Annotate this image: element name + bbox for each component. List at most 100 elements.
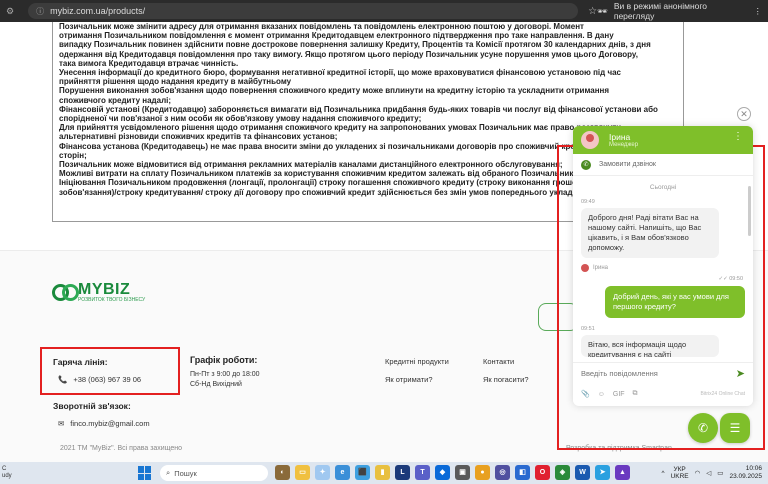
schedule-weekdays: Пн-Пт з 9:00 до 18:00 xyxy=(190,371,260,378)
copilot-icon[interactable]: ✦ xyxy=(315,465,330,480)
incognito-icon: 🕶 xyxy=(597,5,608,16)
date-separator: Сьогодні xyxy=(649,184,677,191)
clock-time: 10:06 xyxy=(745,465,762,472)
hotline-title: Гаряча лінія: xyxy=(53,357,108,367)
contract-text-line: Порушення виконання зобов'язання щодо по… xyxy=(59,86,610,96)
chat-widget: Ірина Менеджер ⋮ ✆ Замовити дзвінок Сьог… xyxy=(573,126,753,406)
app-icon[interactable]: ▮ xyxy=(375,465,390,480)
phone-icon: ✆ xyxy=(581,159,591,170)
chat-brand: Bitrix24 Online Chat xyxy=(700,391,745,397)
contract-text-line: споживчого кредиту надалі; xyxy=(59,95,172,105)
language-indicator[interactable]: УКР UKRE xyxy=(671,466,689,480)
word-icon[interactable]: W xyxy=(575,465,590,480)
site-info-icon[interactable]: ⓘ xyxy=(36,6,44,17)
weather-line-2: udy xyxy=(2,473,12,479)
callback-button[interactable]: ✆ Замовити дзвінок xyxy=(573,154,753,176)
chat-fab-button[interactable]: ☰ xyxy=(720,413,750,443)
windows-start-icon[interactable] xyxy=(138,466,152,480)
logo-mark-icon xyxy=(52,283,79,301)
address-bar[interactable]: ⓘ mybiz.com.ua/products/ xyxy=(28,3,579,19)
agent-role: Менеджер xyxy=(609,142,639,148)
emoji-icon[interactable]: ☺ xyxy=(598,391,605,398)
message-time: 09:49 xyxy=(581,199,595,205)
app-icon[interactable]: ◐ xyxy=(275,465,290,480)
chat-close-icon[interactable]: ✕ xyxy=(737,107,751,121)
contract-text-line: одержання від Кредитодавця повідомлення … xyxy=(59,49,638,59)
opera-icon[interactable]: O xyxy=(535,465,550,480)
app-icon[interactable]: ◎ xyxy=(495,465,510,480)
screen: ⚙ ⓘ mybiz.com.ua/products/ ☆ 🕶 Ви в режи… xyxy=(0,0,768,484)
hotline-phone-link[interactable]: 📞 +38 (063) 967 39 06 xyxy=(58,375,141,384)
taskbar-search[interactable]: ⌕ Пошук xyxy=(160,465,268,481)
app-icon[interactable]: ▲ xyxy=(615,465,630,480)
message-time: 09:51 xyxy=(581,326,595,332)
clock[interactable]: 10:06 23.09.2025 xyxy=(729,465,762,481)
chat-message-input[interactable] xyxy=(581,369,736,378)
weather-line-1: С xyxy=(2,466,7,472)
menu-dots-icon[interactable]: ⋮ xyxy=(754,6,763,17)
attach-icon[interactable]: 📎 xyxy=(581,390,590,398)
gif-button[interactable]: GIF xyxy=(613,391,625,398)
contract-text-line: Унесення інформації до кредитного бюро, … xyxy=(59,68,621,78)
volume-icon[interactable]: ◁ xyxy=(706,469,711,477)
copy-icon[interactable]: ⧉ xyxy=(633,390,638,398)
feedback-email-link[interactable]: ✉ finco.mybiz@gmail.com xyxy=(58,419,150,428)
message-time: ✓✓ 09:50 xyxy=(718,276,743,282)
teams-icon[interactable]: T xyxy=(415,465,430,480)
footer-link-how-get[interactable]: Як отримати? xyxy=(385,375,433,384)
phone-icon: 📞 xyxy=(58,375,68,384)
mail-icon: ✉ xyxy=(58,419,65,428)
hotline-highlight-box xyxy=(40,347,180,395)
chat-bubble-icon: ☰ xyxy=(729,421,741,435)
file-explorer-icon[interactable]: ▭ xyxy=(295,465,310,480)
chat-menu-icon[interactable]: ⋮ xyxy=(733,132,743,142)
incognito-label: Ви в режимі анонімного перегляду xyxy=(613,1,708,21)
edge-icon[interactable]: e xyxy=(335,465,350,480)
tray-chevron-icon[interactable]: ^ xyxy=(662,470,665,477)
wifi-icon[interactable]: ◠ xyxy=(695,469,701,477)
chat-tools: 📎 ☺ GIF ⧉ Bitrix24 Online Chat xyxy=(573,386,753,402)
browser-toolbar: ⚙ ⓘ mybiz.com.ua/products/ ☆ 🕶 Ви в режи… xyxy=(0,0,768,22)
contract-text-line: прийняття рішення щодо надання кредиту в… xyxy=(59,77,292,87)
contract-text-line: випадку Позичальник повинен здійснити по… xyxy=(59,40,651,50)
chat-input-row: ➤ xyxy=(573,362,753,384)
footer-link-how-repay[interactable]: Як погасити? xyxy=(483,375,529,384)
app-icon[interactable]: ◧ xyxy=(515,465,530,480)
schedule-weekend: Сб-Нд Вихідний xyxy=(190,381,242,388)
contract-text-line: спорідненої чи пов'язаної з ним особи як… xyxy=(59,114,422,124)
agent-name: Ірина xyxy=(609,132,631,142)
app-icon[interactable]: ⬛ xyxy=(355,465,370,480)
weather-widget[interactable]: С udy xyxy=(2,466,12,480)
send-icon[interactable]: ➤ xyxy=(736,367,745,380)
contract-text-line: Позичальник може змінити адресу для отри… xyxy=(59,22,584,31)
agent-signature-name: Ірина xyxy=(593,265,609,271)
contract-text-line: така вимога Кредитодавця втрачає чинніст… xyxy=(59,58,239,68)
contract-text-line: Фінансовій установі (Кредитодавцю) забор… xyxy=(59,104,658,114)
dropbox-icon[interactable]: ◆ xyxy=(435,465,450,480)
agent-message: Доброго дня! Раді вітати Вас на нашому с… xyxy=(581,208,719,258)
tune-icon[interactable]: ⚙ xyxy=(6,6,14,17)
footer-link-contacts[interactable]: Контакти xyxy=(483,357,514,366)
app-icon[interactable]: ◈ xyxy=(555,465,570,480)
contract-text-line: отримання Позичальником повідомлення є м… xyxy=(59,31,614,41)
battery-icon[interactable]: ▭ xyxy=(717,469,723,477)
app-l-icon[interactable]: L xyxy=(395,465,410,480)
chrome-icon[interactable]: ● xyxy=(475,465,490,480)
search-placeholder: Пошук xyxy=(174,468,197,478)
user-message: Добрий день, які у вас умови для першого… xyxy=(605,286,745,318)
bookmark-star-icon[interactable]: ☆ xyxy=(588,6,597,17)
app-icon[interactable]: ▣ xyxy=(455,465,470,480)
lang-line-2: UKRE xyxy=(670,473,689,480)
agent-avatar xyxy=(581,131,599,149)
schedule-title: Графік роботи: xyxy=(190,355,258,365)
phone-icon: ✆ xyxy=(697,421,709,435)
call-fab-button[interactable]: ✆ xyxy=(688,413,718,443)
clock-date: 23.09.2025 xyxy=(729,473,762,480)
footer-link-credit-products[interactable]: Кредитні продукти xyxy=(385,357,449,366)
windows-taskbar: С udy ⌕ Пошук ◐ ▭ ✦ e ⬛ ▮ L T ◆ ▣ ● ◎ ◧ … xyxy=(0,462,768,484)
hotline-phone: +38 (063) 967 39 06 xyxy=(73,375,142,384)
sent-time-value: 09:50 xyxy=(729,276,743,282)
telegram-icon[interactable]: ➤ xyxy=(595,465,610,480)
chat-scrollbar[interactable] xyxy=(748,186,751,236)
search-icon: ⌕ xyxy=(166,468,171,477)
